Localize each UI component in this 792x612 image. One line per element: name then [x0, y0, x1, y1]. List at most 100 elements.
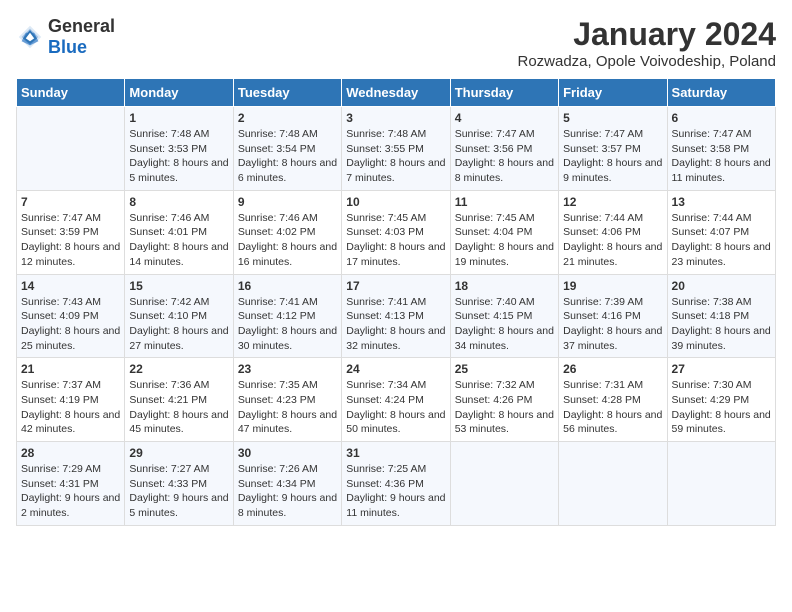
cell-info: Sunrise: 7:48 AMSunset: 3:54 PMDaylight:…: [238, 127, 337, 186]
calendar-cell: 24 Sunrise: 7:34 AMSunset: 4:24 PMDayligh…: [342, 358, 450, 442]
calendar-cell: 7 Sunrise: 7:47 AMSunset: 3:59 PMDaylight…: [17, 190, 125, 274]
header-wednesday: Wednesday: [342, 79, 450, 107]
day-number: 15: [129, 279, 228, 293]
calendar-cell: 17Sunrise: 7:41 AMSunset: 4:13 PMDayligh…: [342, 274, 450, 358]
cell-info: Sunrise: 7:35 AMSunset: 4:23 PMDaylight:…: [238, 378, 337, 437]
header-row: SundayMondayTuesdayWednesdayThursdayFrid…: [17, 79, 776, 107]
cell-info: Sunrise: 7:38 AMSunset: 4:18 PMDaylight:…: [672, 295, 771, 354]
calendar-cell: 30 Sunrise: 7:26 AMSunset: 4:34 PMDayligh…: [233, 442, 341, 526]
day-number: 29: [129, 446, 228, 460]
cell-info: Sunrise: 7:37 AMSunset: 4:19 PMDaylight:…: [21, 378, 120, 437]
calendar-cell: 25 Sunrise: 7:32 AMSunset: 4:26 PMDayligh…: [450, 358, 558, 442]
cell-info: Sunrise: 7:44 AMSunset: 4:06 PMDaylight:…: [563, 211, 662, 270]
week-row-4: 28 Sunrise: 7:29 AMSunset: 4:31 PMDayligh…: [17, 442, 776, 526]
cell-info: Sunrise: 7:48 AMSunset: 3:55 PMDaylight:…: [346, 127, 445, 186]
calendar-cell: [559, 442, 667, 526]
cell-info: Sunrise: 7:47 AMSunset: 3:59 PMDaylight:…: [21, 211, 120, 270]
day-number: 23: [238, 362, 337, 376]
day-number: 14: [21, 279, 120, 293]
calendar-cell: 18 Sunrise: 7:40 AMSunset: 4:15 PMDayligh…: [450, 274, 558, 358]
calendar-cell: 19Sunrise: 7:39 AMSunset: 4:16 PMDayligh…: [559, 274, 667, 358]
cell-info: Sunrise: 7:34 AMSunset: 4:24 PMDaylight:…: [346, 378, 445, 437]
cell-info: Sunrise: 7:32 AMSunset: 4:26 PMDaylight:…: [455, 378, 554, 437]
day-number: 6: [672, 111, 771, 125]
calendar-cell: 22Sunrise: 7:36 AMSunset: 4:21 PMDayligh…: [125, 358, 233, 442]
cell-info: Sunrise: 7:45 AMSunset: 4:03 PMDaylight:…: [346, 211, 445, 270]
calendar-cell: 12Sunrise: 7:44 AMSunset: 4:06 PMDayligh…: [559, 190, 667, 274]
logo-text: General Blue: [48, 16, 115, 58]
day-number: 9: [238, 195, 337, 209]
cell-info: Sunrise: 7:46 AMSunset: 4:01 PMDaylight:…: [129, 211, 228, 270]
cell-info: Sunrise: 7:44 AMSunset: 4:07 PMDaylight:…: [672, 211, 771, 270]
cell-info: Sunrise: 7:36 AMSunset: 4:21 PMDaylight:…: [129, 378, 228, 437]
day-number: 10: [346, 195, 445, 209]
calendar-cell: 8 Sunrise: 7:46 AMSunset: 4:01 PMDaylight…: [125, 190, 233, 274]
cell-info: Sunrise: 7:25 AMSunset: 4:36 PMDaylight:…: [346, 462, 445, 521]
cell-info: Sunrise: 7:26 AMSunset: 4:34 PMDaylight:…: [238, 462, 337, 521]
day-number: 27: [672, 362, 771, 376]
calendar-cell: 6 Sunrise: 7:47 AMSunset: 3:58 PMDaylight…: [667, 107, 775, 191]
day-number: 28: [21, 446, 120, 460]
day-number: 11: [455, 195, 554, 209]
cell-info: Sunrise: 7:45 AMSunset: 4:04 PMDaylight:…: [455, 211, 554, 270]
cell-info: Sunrise: 7:47 AMSunset: 3:58 PMDaylight:…: [672, 127, 771, 186]
page-header: General Blue January 2024 Rozwadza, Opol…: [16, 16, 776, 70]
day-number: 31: [346, 446, 445, 460]
day-number: 30: [238, 446, 337, 460]
calendar-cell: 16Sunrise: 7:41 AMSunset: 4:12 PMDayligh…: [233, 274, 341, 358]
cell-info: Sunrise: 7:30 AMSunset: 4:29 PMDaylight:…: [672, 378, 771, 437]
header-friday: Friday: [559, 79, 667, 107]
header-sunday: Sunday: [17, 79, 125, 107]
day-number: 18: [455, 279, 554, 293]
day-number: 8: [129, 195, 228, 209]
cell-info: Sunrise: 7:48 AMSunset: 3:53 PMDaylight:…: [129, 127, 228, 186]
week-row-1: 7 Sunrise: 7:47 AMSunset: 3:59 PMDaylight…: [17, 190, 776, 274]
cell-info: Sunrise: 7:41 AMSunset: 4:12 PMDaylight:…: [238, 295, 337, 354]
logo-blue: Blue: [48, 37, 87, 57]
calendar-cell: 29Sunrise: 7:27 AMSunset: 4:33 PMDayligh…: [125, 442, 233, 526]
cell-info: Sunrise: 7:46 AMSunset: 4:02 PMDaylight:…: [238, 211, 337, 270]
calendar-cell: 28 Sunrise: 7:29 AMSunset: 4:31 PMDayligh…: [17, 442, 125, 526]
week-row-0: 1 Sunrise: 7:48 AMSunset: 3:53 PMDaylight…: [17, 107, 776, 191]
calendar-cell: 4Sunrise: 7:47 AMSunset: 3:56 PMDaylight…: [450, 107, 558, 191]
day-number: 24: [346, 362, 445, 376]
calendar-cell: 15Sunrise: 7:42 AMSunset: 4:10 PMDayligh…: [125, 274, 233, 358]
calendar-cell: 2Sunrise: 7:48 AMSunset: 3:54 PMDaylight…: [233, 107, 341, 191]
cell-info: Sunrise: 7:43 AMSunset: 4:09 PMDaylight:…: [21, 295, 120, 354]
calendar-cell: 11 Sunrise: 7:45 AMSunset: 4:04 PMDayligh…: [450, 190, 558, 274]
day-number: 7: [21, 195, 120, 209]
logo-icon: [16, 23, 44, 51]
header-saturday: Saturday: [667, 79, 775, 107]
calendar-cell: 23 Sunrise: 7:35 AMSunset: 4:23 PMDayligh…: [233, 358, 341, 442]
cell-info: Sunrise: 7:29 AMSunset: 4:31 PMDaylight:…: [21, 462, 120, 521]
main-title: January 2024: [517, 16, 776, 53]
calendar-body: 1 Sunrise: 7:48 AMSunset: 3:53 PMDaylight…: [17, 107, 776, 526]
logo: General Blue: [16, 16, 115, 58]
day-number: 26: [563, 362, 662, 376]
calendar-cell: 13 Sunrise: 7:44 AMSunset: 4:07 PMDayligh…: [667, 190, 775, 274]
title-block: January 2024 Rozwadza, Opole Voivodeship…: [517, 16, 776, 70]
header-monday: Monday: [125, 79, 233, 107]
calendar-cell: [450, 442, 558, 526]
cell-info: Sunrise: 7:31 AMSunset: 4:28 PMDaylight:…: [563, 378, 662, 437]
day-number: 19: [563, 279, 662, 293]
week-row-3: 21 Sunrise: 7:37 AMSunset: 4:19 PMDayligh…: [17, 358, 776, 442]
day-number: 21: [21, 362, 120, 376]
calendar-cell: 26 Sunrise: 7:31 AMSunset: 4:28 PMDayligh…: [559, 358, 667, 442]
day-number: 13: [672, 195, 771, 209]
calendar-cell: [17, 107, 125, 191]
cell-info: Sunrise: 7:40 AMSunset: 4:15 PMDaylight:…: [455, 295, 554, 354]
day-number: 17: [346, 279, 445, 293]
calendar-cell: 9 Sunrise: 7:46 AMSunset: 4:02 PMDaylight…: [233, 190, 341, 274]
day-number: 20: [672, 279, 771, 293]
calendar-cell: 1 Sunrise: 7:48 AMSunset: 3:53 PMDaylight…: [125, 107, 233, 191]
subtitle: Rozwadza, Opole Voivodeship, Poland: [517, 53, 776, 70]
day-number: 1: [129, 111, 228, 125]
calendar-cell: 3Sunrise: 7:48 AMSunset: 3:55 PMDaylight…: [342, 107, 450, 191]
cell-info: Sunrise: 7:47 AMSunset: 3:56 PMDaylight:…: [455, 127, 554, 186]
calendar-cell: 14 Sunrise: 7:43 AMSunset: 4:09 PMDayligh…: [17, 274, 125, 358]
calendar-cell: 5Sunrise: 7:47 AMSunset: 3:57 PMDaylight…: [559, 107, 667, 191]
calendar-table: SundayMondayTuesdayWednesdayThursdayFrid…: [16, 78, 776, 526]
day-number: 25: [455, 362, 554, 376]
day-number: 5: [563, 111, 662, 125]
